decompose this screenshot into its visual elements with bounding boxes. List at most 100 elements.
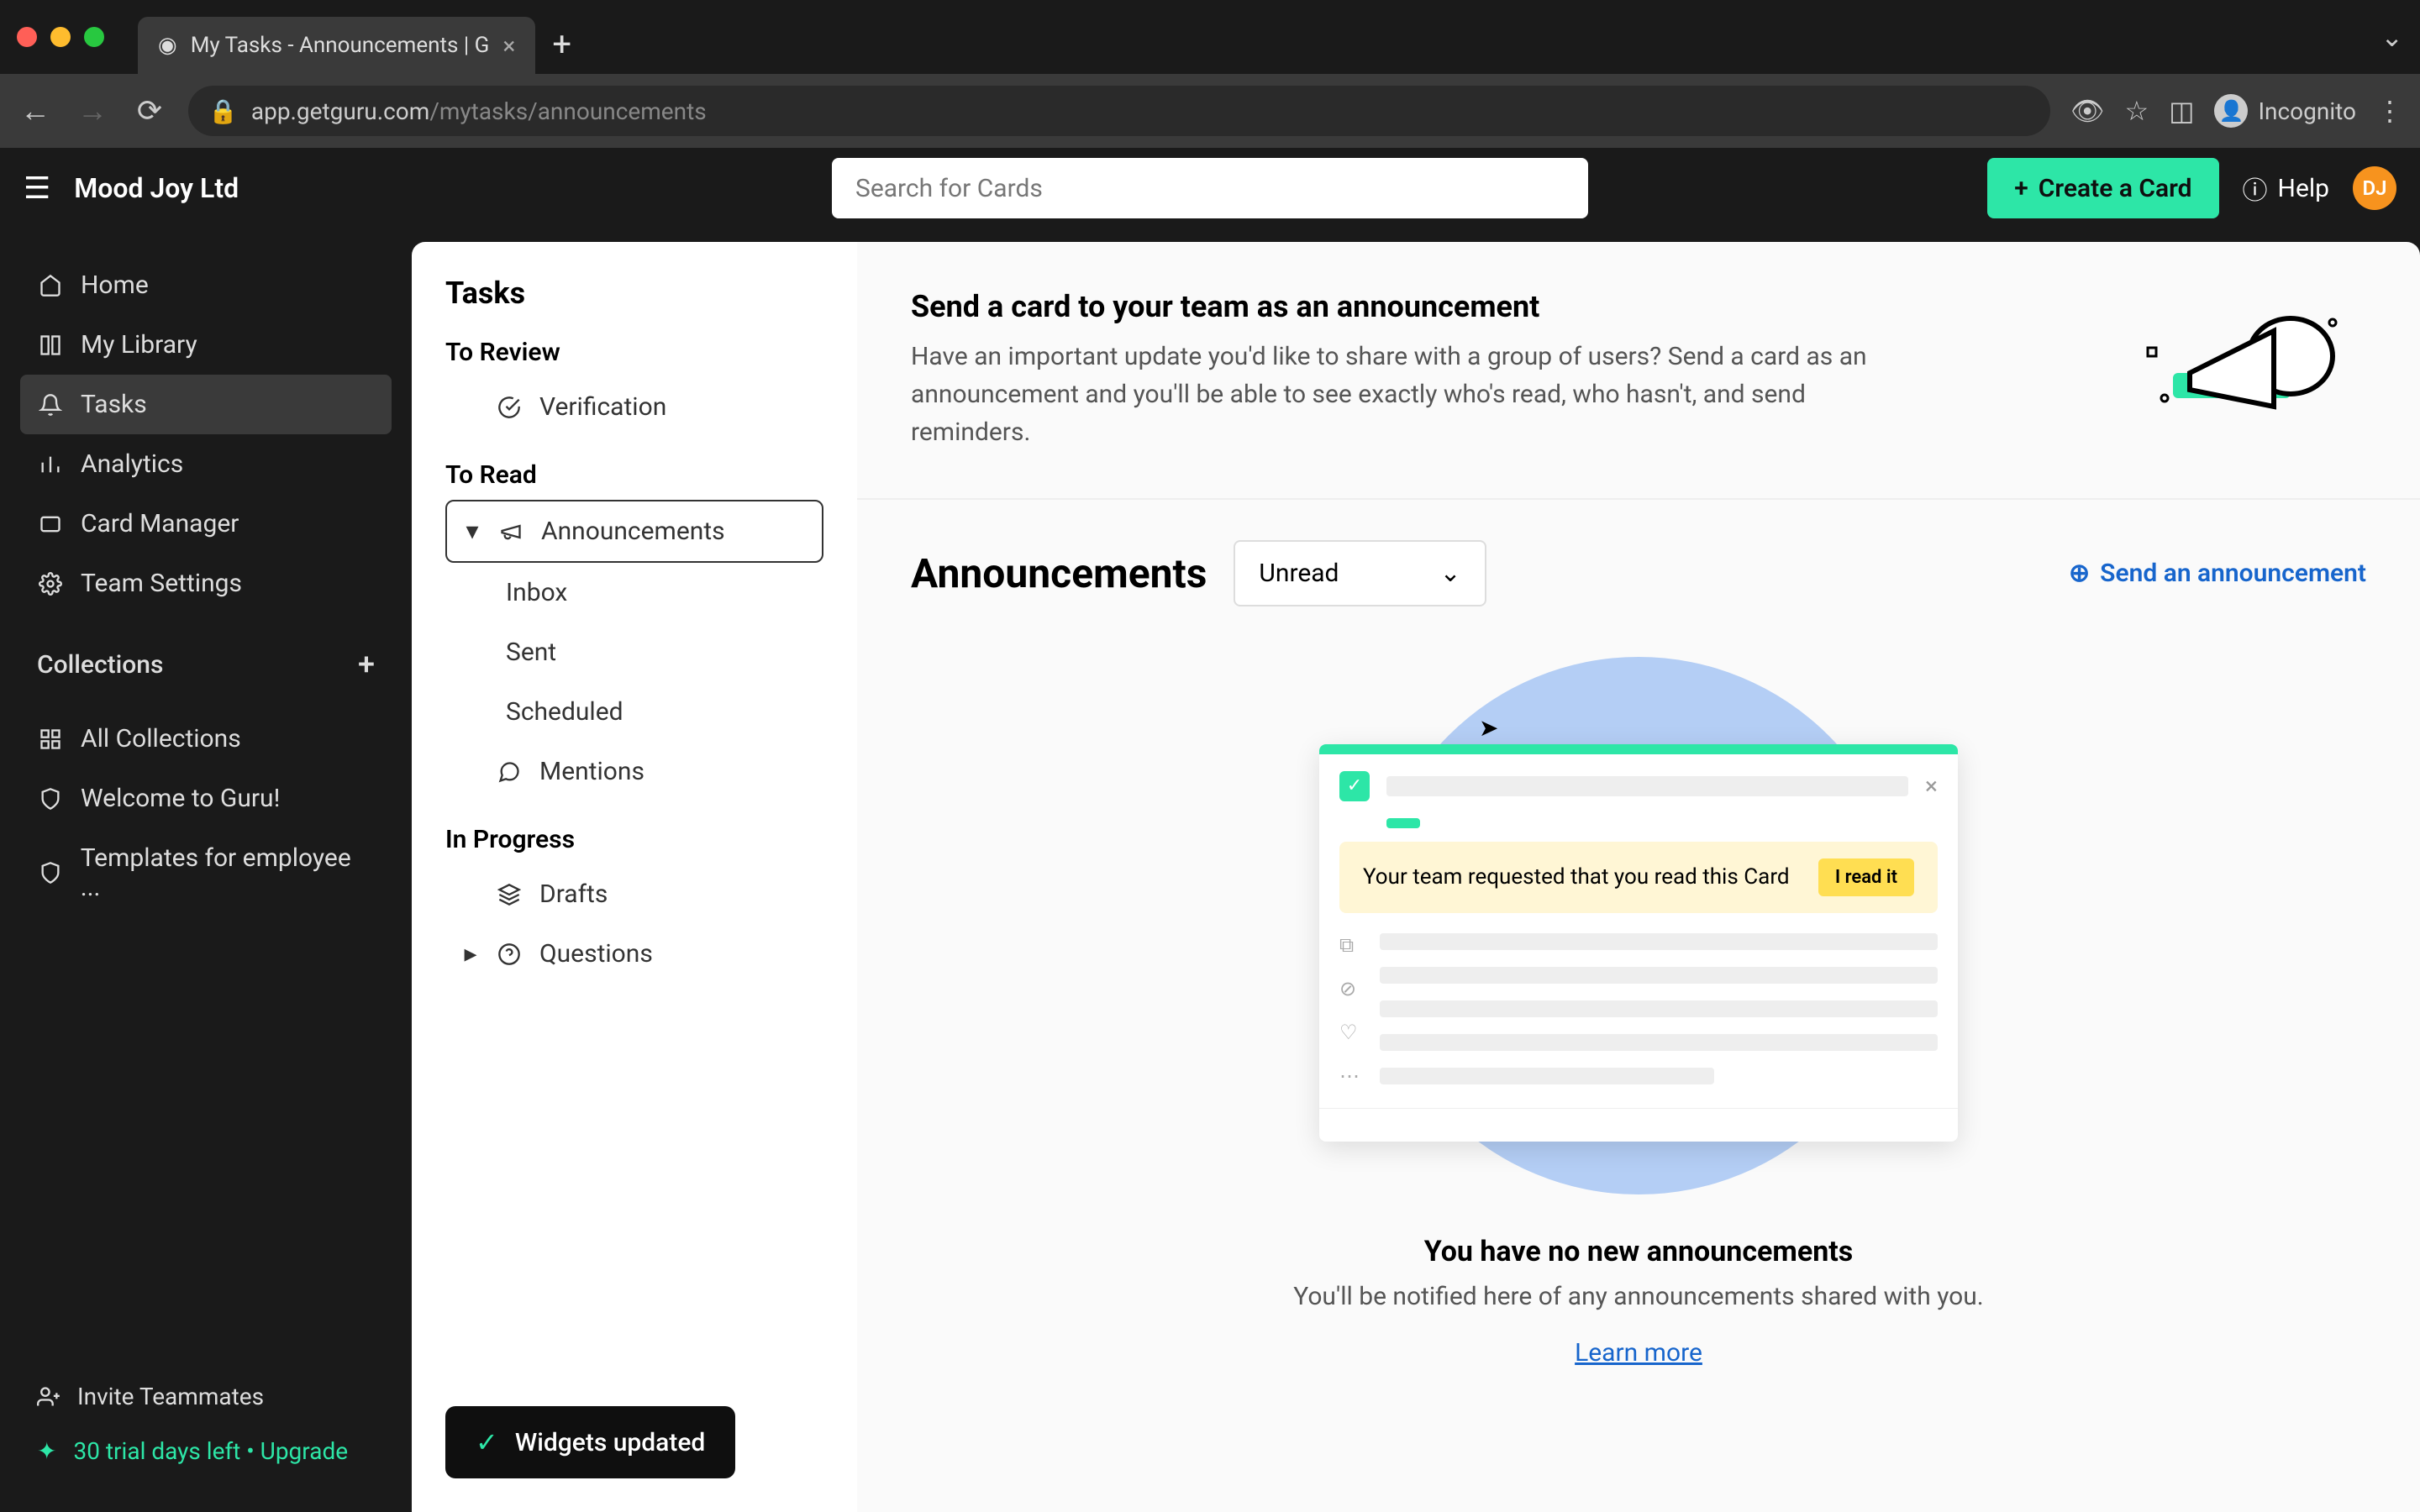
collections-title: Collections — [37, 650, 163, 680]
task-questions[interactable]: ▸ Questions — [445, 924, 823, 984]
grid-icon — [37, 726, 64, 753]
collection-templates[interactable]: Templates for employee ... — [20, 828, 392, 917]
link-icon: ⊘ — [1339, 977, 1360, 1000]
analytics-icon — [37, 451, 64, 478]
browser-tab[interactable]: ◉ My Tasks - Announcements | G × — [138, 17, 535, 74]
sidebar-item-label: Team Settings — [81, 569, 242, 598]
sidebar-item-analytics[interactable]: Analytics — [20, 434, 392, 494]
task-label: Verification — [539, 392, 666, 422]
comment-icon — [496, 759, 523, 785]
content-title: Announcements — [911, 549, 1207, 597]
task-label: Drafts — [539, 879, 608, 909]
plus-icon: + — [2014, 174, 2028, 203]
tabs-dropdown-button[interactable]: ⌄ — [2381, 21, 2403, 53]
card-manager-icon — [37, 511, 64, 538]
filter-dropdown[interactable]: Unread ⌄ — [1234, 540, 1486, 606]
incognito-icon: 👤 — [2214, 94, 2248, 128]
search-input[interactable]: Search for Cards — [832, 158, 1588, 218]
maximize-window-button[interactable] — [84, 27, 104, 47]
hero-description: Have an important update you'd like to s… — [911, 338, 1886, 451]
check-icon: ✓ — [1339, 771, 1370, 801]
sidebar-item-team-settings[interactable]: Team Settings — [20, 554, 392, 613]
task-scheduled[interactable]: Scheduled — [445, 682, 823, 742]
sidebar-item-card-manager[interactable]: Card Manager — [20, 494, 392, 554]
task-label: Inbox — [506, 578, 567, 607]
close-window-button[interactable] — [17, 27, 37, 47]
menu-toggle-button[interactable]: ☰ — [24, 171, 50, 206]
extensions-icon[interactable]: ◫ — [2169, 95, 2194, 127]
plus-circle-icon: ⊕ — [2069, 559, 2090, 588]
collection-welcome[interactable]: Welcome to Guru! — [20, 769, 392, 828]
chevron-down-icon[interactable]: ▾ — [464, 517, 481, 546]
tab-title: My Tasks - Announcements | G — [191, 33, 490, 58]
task-mentions[interactable]: Mentions — [445, 742, 823, 801]
task-verification[interactable]: Verification — [445, 377, 823, 437]
section-in-progress: In Progress — [445, 825, 823, 854]
sidebar-item-label: Card Manager — [81, 509, 239, 538]
settings-icon — [37, 570, 64, 597]
section-to-review: To Review — [445, 338, 823, 367]
minimize-window-button[interactable] — [50, 27, 71, 47]
read-request-banner: Your team requested that you read this C… — [1339, 842, 1938, 913]
add-collection-button[interactable]: + — [358, 647, 375, 682]
collection-label: All Collections — [81, 724, 241, 753]
help-icon: ⓘ — [2243, 170, 2268, 207]
task-label: Scheduled — [506, 697, 623, 727]
task-announcements[interactable]: ▾ Announcements — [445, 500, 823, 563]
sidebar: Home My Library Tasks Analytics Card Man… — [0, 148, 412, 1512]
trial-upgrade-button[interactable]: ✦ 30 trial days left • Upgrade — [37, 1424, 375, 1478]
bell-icon — [37, 391, 64, 418]
eye-off-icon[interactable]: 👁 — [2070, 95, 2105, 127]
home-icon — [37, 272, 64, 299]
chevron-down-icon: ⌄ — [1439, 559, 1460, 588]
create-card-button[interactable]: + Create a Card — [1987, 158, 2218, 218]
sidebar-item-label: Tasks — [81, 390, 147, 419]
create-card-label: Create a Card — [2039, 174, 2192, 203]
sidebar-item-library[interactable]: My Library — [20, 315, 392, 375]
app-topbar: ☰ Mood Joy Ltd Search for Cards + Create… — [0, 148, 2420, 228]
new-tab-button[interactable]: + — [552, 24, 571, 64]
i-read-it-button: I read it — [1818, 858, 1914, 896]
hero-title: Send a card to your team as an announcem… — [911, 289, 2097, 324]
incognito-badge: 👤 Incognito — [2214, 94, 2356, 128]
shield-icon — [37, 785, 64, 812]
megaphone-illustration — [2131, 289, 2366, 440]
chevron-right-icon[interactable]: ▸ — [462, 939, 479, 969]
bookmark-icon[interactable]: ☆ — [2125, 95, 2149, 127]
forward-button[interactable]: → — [74, 93, 111, 129]
help-button[interactable]: ⓘ Help — [2243, 170, 2329, 207]
help-label: Help — [2278, 174, 2329, 203]
hero-banner: Send a card to your team as an announcem… — [857, 242, 2420, 500]
card-preview: ✓ × Your team requested that you read th… — [1319, 744, 1958, 1142]
browser-menu-button[interactable]: ⋮ — [2376, 95, 2403, 127]
copy-icon: ⧉ — [1339, 933, 1360, 957]
sidebar-item-tasks[interactable]: Tasks — [20, 375, 392, 434]
sidebar-item-label: My Library — [81, 330, 197, 360]
invite-teammates-button[interactable]: Invite Teammates — [37, 1369, 375, 1424]
learn-more-link[interactable]: Learn more — [1575, 1338, 1702, 1368]
close-tab-button[interactable]: × — [502, 32, 515, 60]
collection-label: Templates for employee ... — [81, 843, 375, 902]
send-announcement-button[interactable]: ⊕ Send an announcement — [2069, 559, 2366, 588]
empty-state: ✓ × Your team requested that you read th… — [857, 606, 2420, 1418]
task-inbox[interactable]: Inbox — [445, 563, 823, 622]
browser-chrome: ◉ My Tasks - Announcements | G × + ⌄ ← →… — [0, 0, 2420, 148]
send-link-label: Send an announcement — [2100, 559, 2366, 588]
back-button[interactable]: ← — [17, 93, 54, 129]
task-drafts[interactable]: Drafts — [445, 864, 823, 924]
library-icon — [37, 332, 64, 359]
collection-all[interactable]: All Collections — [20, 709, 392, 769]
sidebar-item-home[interactable]: Home — [20, 255, 392, 315]
widgets-updated-toast: ✓ Widgets updated — [445, 1406, 735, 1478]
task-label: Questions — [539, 939, 653, 969]
tab-favicon: ◉ — [158, 33, 177, 58]
user-avatar[interactable]: DJ — [2353, 166, 2396, 210]
lock-icon: 🔒 — [208, 97, 238, 125]
question-icon — [496, 941, 523, 968]
sparkle-icon: ✦ — [37, 1437, 56, 1465]
tasks-title: Tasks — [445, 276, 823, 311]
empty-illustration: ✓ × Your team requested that you read th… — [1302, 657, 1975, 1194]
address-bar[interactable]: 🔒 app.getguru.com/mytasks/announcements — [188, 86, 2050, 136]
reload-button[interactable]: ⟳ — [131, 93, 168, 129]
task-sent[interactable]: Sent — [445, 622, 823, 682]
